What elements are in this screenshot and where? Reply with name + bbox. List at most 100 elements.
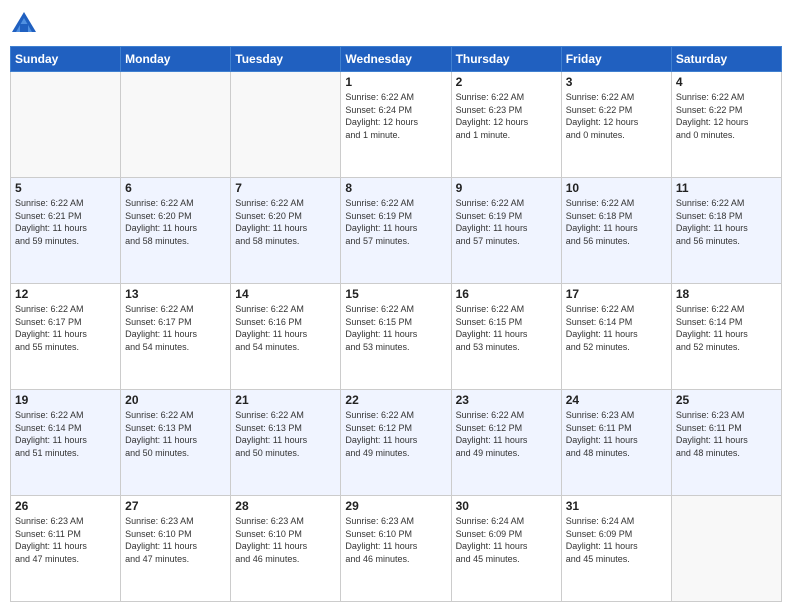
day-info: Sunrise: 6:23 AM Sunset: 6:10 PM Dayligh…: [345, 515, 446, 565]
day-number: 28: [235, 499, 336, 513]
calendar-cell: 20Sunrise: 6:22 AM Sunset: 6:13 PM Dayli…: [121, 390, 231, 496]
day-info: Sunrise: 6:22 AM Sunset: 6:21 PM Dayligh…: [15, 197, 116, 247]
calendar-cell: 29 Sunrise: 6:23 AM Sunset: 6:10 PM Dayli…: [341, 496, 451, 602]
calendar-cell: 16 Sunrise: 6:22 AM Sunset: 6:15 PM Dayli…: [451, 284, 561, 390]
calendar-cell: 25Sunrise: 6:23 AM Sunset: 6:11 PM Dayli…: [671, 390, 781, 496]
day-info: Sunrise: 6:22 AM Sunset: 6:13 PM Dayligh…: [235, 409, 336, 459]
week-row-4: 19 Sunrise: 6:22 AM Sunset: 6:14 PM Dayli…: [11, 390, 782, 496]
day-number: 2: [456, 75, 557, 89]
calendar-cell: 30Sunrise: 6:24 AM Sunset: 6:09 PM Dayli…: [451, 496, 561, 602]
header-sunday: Sunday: [11, 47, 121, 72]
header-monday: Monday: [121, 47, 231, 72]
day-number: 22: [345, 393, 446, 407]
day-info: Sunrise: 6:23 AM Sunset: 6:10 PM Dayligh…: [125, 515, 226, 565]
day-info: Sunrise: 6:24 AM Sunset: 6:09 PM Dayligh…: [456, 515, 557, 565]
day-number: 11: [676, 181, 777, 195]
calendar-cell: [671, 496, 781, 602]
calendar-cell: [121, 72, 231, 178]
calendar-cell: 23 Sunrise: 6:22 AM Sunset: 6:12 PM Dayli…: [451, 390, 561, 496]
day-info: Sunrise: 6:22 AM Sunset: 6:17 PM Dayligh…: [15, 303, 116, 353]
calendar-cell: 11 Sunrise: 6:22 AM Sunset: 6:18 PM Dayli…: [671, 178, 781, 284]
calendar-cell: 6 Sunrise: 6:22 AM Sunset: 6:20 PM Daylig…: [121, 178, 231, 284]
day-number: 3: [566, 75, 667, 89]
day-number: 21: [235, 393, 336, 407]
calendar-cell: 26 Sunrise: 6:23 AM Sunset: 6:11 PM Dayli…: [11, 496, 121, 602]
calendar-cell: [11, 72, 121, 178]
calendar-cell: 13 Sunrise: 6:22 AM Sunset: 6:17 PM Dayli…: [121, 284, 231, 390]
day-info: Sunrise: 6:22 AM Sunset: 6:12 PM Dayligh…: [456, 409, 557, 459]
header-friday: Friday: [561, 47, 671, 72]
day-info: Sunrise: 6:22 AM Sunset: 6:15 PM Dayligh…: [456, 303, 557, 353]
day-number: 14: [235, 287, 336, 301]
calendar-cell: 5 Sunrise: 6:22 AM Sunset: 6:21 PM Daylig…: [11, 178, 121, 284]
day-info: Sunrise: 6:22 AM Sunset: 6:14 PM Dayligh…: [15, 409, 116, 459]
day-info: Sunrise: 6:23 AM Sunset: 6:11 PM Dayligh…: [676, 409, 777, 459]
day-number: 23: [456, 393, 557, 407]
day-info: Sunrise: 6:22 AM Sunset: 6:20 PM Dayligh…: [235, 197, 336, 247]
day-info: Sunrise: 6:22 AM Sunset: 6:14 PM Dayligh…: [566, 303, 667, 353]
day-info: Sunrise: 6:22 AM Sunset: 6:20 PM Dayligh…: [125, 197, 226, 247]
day-info: Sunrise: 6:22 AM Sunset: 6:13 PM Dayligh…: [125, 409, 226, 459]
day-number: 27: [125, 499, 226, 513]
day-info: Sunrise: 6:22 AM Sunset: 6:18 PM Dayligh…: [676, 197, 777, 247]
day-number: 12: [15, 287, 116, 301]
calendar-cell: 2 Sunrise: 6:22 AM Sunset: 6:23 PM Daylig…: [451, 72, 561, 178]
day-info: Sunrise: 6:22 AM Sunset: 6:22 PM Dayligh…: [566, 91, 667, 141]
day-number: 5: [15, 181, 116, 195]
day-number: 31: [566, 499, 667, 513]
logo: [10, 10, 42, 38]
header-thursday: Thursday: [451, 47, 561, 72]
week-row-3: 12 Sunrise: 6:22 AM Sunset: 6:17 PM Dayli…: [11, 284, 782, 390]
calendar-cell: 31Sunrise: 6:24 AM Sunset: 6:09 PM Dayli…: [561, 496, 671, 602]
calendar-cell: 21 Sunrise: 6:22 AM Sunset: 6:13 PM Dayli…: [231, 390, 341, 496]
calendar-cell: 12 Sunrise: 6:22 AM Sunset: 6:17 PM Dayli…: [11, 284, 121, 390]
day-info: Sunrise: 6:22 AM Sunset: 6:12 PM Dayligh…: [345, 409, 446, 459]
day-number: 8: [345, 181, 446, 195]
calendar: Sunday Monday Tuesday Wednesday Thursday…: [10, 46, 782, 602]
day-info: Sunrise: 6:22 AM Sunset: 6:17 PM Dayligh…: [125, 303, 226, 353]
day-number: 4: [676, 75, 777, 89]
logo-icon: [10, 10, 38, 38]
day-info: Sunrise: 6:22 AM Sunset: 6:22 PM Dayligh…: [676, 91, 777, 141]
day-number: 24: [566, 393, 667, 407]
day-info: Sunrise: 6:22 AM Sunset: 6:19 PM Dayligh…: [456, 197, 557, 247]
day-number: 9: [456, 181, 557, 195]
header-saturday: Saturday: [671, 47, 781, 72]
day-info: Sunrise: 6:23 AM Sunset: 6:11 PM Dayligh…: [15, 515, 116, 565]
day-info: Sunrise: 6:22 AM Sunset: 6:15 PM Dayligh…: [345, 303, 446, 353]
calendar-cell: 18Sunrise: 6:22 AM Sunset: 6:14 PM Dayli…: [671, 284, 781, 390]
calendar-cell: 22 Sunrise: 6:22 AM Sunset: 6:12 PM Dayli…: [341, 390, 451, 496]
calendar-cell: 17 Sunrise: 6:22 AM Sunset: 6:14 PM Dayli…: [561, 284, 671, 390]
day-number: 17: [566, 287, 667, 301]
day-number: 10: [566, 181, 667, 195]
day-info: Sunrise: 6:22 AM Sunset: 6:23 PM Dayligh…: [456, 91, 557, 141]
calendar-cell: 15 Sunrise: 6:22 AM Sunset: 6:15 PM Dayli…: [341, 284, 451, 390]
day-info: Sunrise: 6:22 AM Sunset: 6:18 PM Dayligh…: [566, 197, 667, 247]
day-number: 19: [15, 393, 116, 407]
day-info: Sunrise: 6:23 AM Sunset: 6:10 PM Dayligh…: [235, 515, 336, 565]
day-number: 16: [456, 287, 557, 301]
day-info: Sunrise: 6:23 AM Sunset: 6:11 PM Dayligh…: [566, 409, 667, 459]
day-info: Sunrise: 6:22 AM Sunset: 6:19 PM Dayligh…: [345, 197, 446, 247]
day-info: Sunrise: 6:22 AM Sunset: 6:16 PM Dayligh…: [235, 303, 336, 353]
day-number: 6: [125, 181, 226, 195]
day-number: 15: [345, 287, 446, 301]
calendar-cell: 28 Sunrise: 6:23 AM Sunset: 6:10 PM Dayli…: [231, 496, 341, 602]
calendar-cell: 14 Sunrise: 6:22 AM Sunset: 6:16 PM Dayli…: [231, 284, 341, 390]
day-number: 26: [15, 499, 116, 513]
calendar-cell: 10 Sunrise: 6:22 AM Sunset: 6:18 PM Dayli…: [561, 178, 671, 284]
page: Sunday Monday Tuesday Wednesday Thursday…: [0, 0, 792, 612]
day-number: 1: [345, 75, 446, 89]
header: [10, 10, 782, 38]
calendar-cell: 27 Sunrise: 6:23 AM Sunset: 6:10 PM Dayli…: [121, 496, 231, 602]
header-wednesday: Wednesday: [341, 47, 451, 72]
calendar-cell: 3 Sunrise: 6:22 AM Sunset: 6:22 PM Daylig…: [561, 72, 671, 178]
day-number: 13: [125, 287, 226, 301]
calendar-cell: [231, 72, 341, 178]
calendar-cell: 7Sunrise: 6:22 AM Sunset: 6:20 PM Daylig…: [231, 178, 341, 284]
day-info: Sunrise: 6:22 AM Sunset: 6:24 PM Dayligh…: [345, 91, 446, 141]
day-info: Sunrise: 6:22 AM Sunset: 6:14 PM Dayligh…: [676, 303, 777, 353]
week-row-1: 1 Sunrise: 6:22 AM Sunset: 6:24 PM Daylig…: [11, 72, 782, 178]
calendar-cell: 8 Sunrise: 6:22 AM Sunset: 6:19 PM Daylig…: [341, 178, 451, 284]
day-number: 29: [345, 499, 446, 513]
